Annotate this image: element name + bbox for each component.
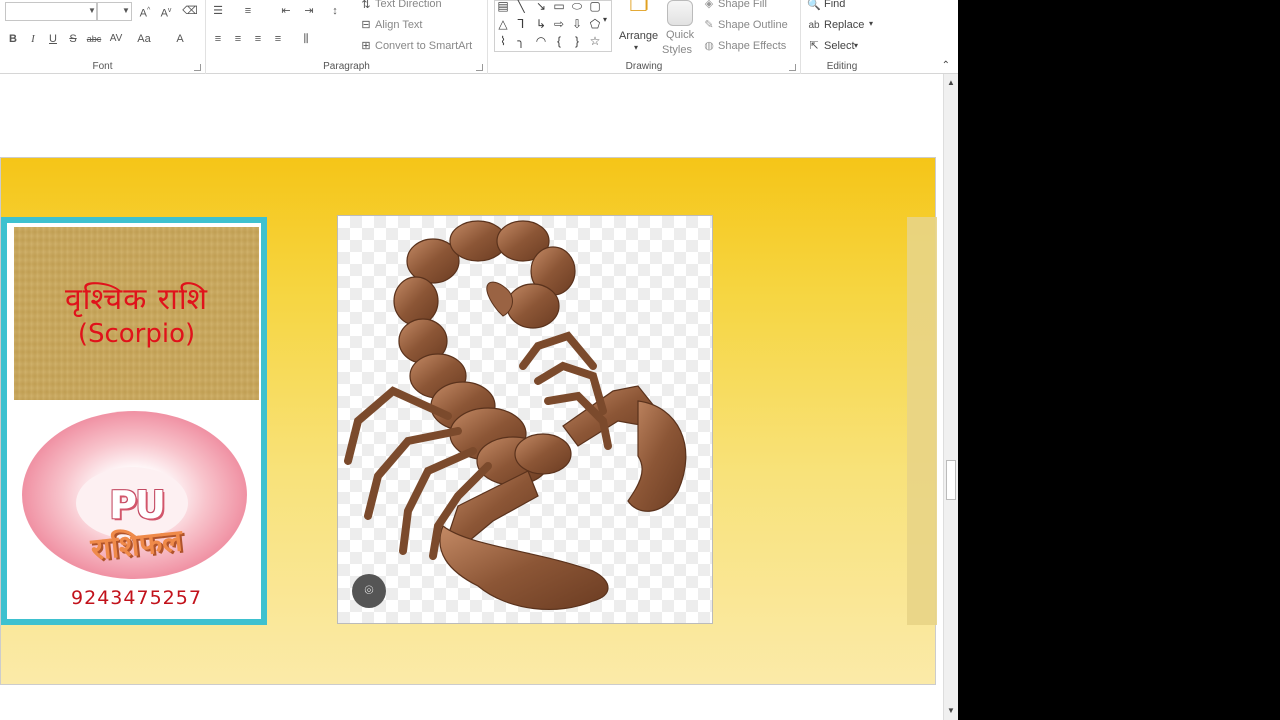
scroll-down-arrow-icon[interactable]: ▼ (944, 704, 958, 718)
ribbon: ▼ ▼ A^ Av ⌫ B I U S abc AV Aa A Font ☰ ≡… (0, 0, 958, 74)
shapes-gallery[interactable]: ▤ ╲ ↘ ▭ ⬭ ▢ △ ⅂ ↳ ⇨ ⇩ ⬠ ⌇ ╮ ◠ { } ☆ ▾ (494, 0, 612, 52)
scorpion-illustration (344, 220, 687, 610)
strikethrough-icon[interactable]: abc (84, 31, 104, 47)
paragraph-dialog-launcher-icon[interactable] (476, 64, 483, 71)
google-lens-icon: ⌾ (364, 582, 374, 599)
oval-shape-icon[interactable]: ⬭ (569, 0, 585, 14)
curve2-shape-icon[interactable]: ◠ (533, 34, 549, 48)
numbering-icon[interactable]: ≡ (240, 3, 256, 19)
align-text-icon: ⊟ (361, 19, 371, 31)
quick-styles-label-1[interactable]: Quick (666, 29, 694, 41)
editing-group: 🔍 Find ab Replace ▾ ⇱ Select ▾ Editing (801, 0, 883, 74)
decrease-indent-icon[interactable]: ⇤ (278, 3, 294, 19)
italic-icon[interactable]: I (25, 31, 41, 47)
partial-image-strip (907, 217, 937, 625)
elbow-connector-icon[interactable]: ⅂ (513, 17, 529, 31)
shape-outline-icon: ✎ (704, 19, 714, 31)
paragraph-group: ☰ ≡ ⇤ ⇥ ↕ ≡ ≡ ≡ ≡ ⫼ ⇅ Text Direction ⊟ A… (206, 0, 488, 74)
curve-shape-icon[interactable]: ╮ (513, 34, 529, 48)
star-shape-icon[interactable]: ☆ (587, 34, 603, 48)
rashi-title-english: (Scorpio) (77, 319, 196, 349)
scorpio-card[interactable]: वृश्चिक राशि (Scorpio) PU राशिफल 9243475… (1, 217, 267, 625)
replace-dropdown-icon[interactable]: ▾ (869, 19, 873, 28)
textbox-shape-icon[interactable]: ▤ (495, 0, 511, 13)
shape-fill-icon: ◈ (704, 0, 714, 10)
find-icon: 🔍 (807, 0, 821, 11)
replace-button[interactable]: Replace (824, 19, 864, 31)
align-right-icon[interactable]: ≡ (250, 31, 266, 47)
change-case-icon[interactable]: Aa (134, 31, 154, 47)
align-center-icon[interactable]: ≡ (230, 31, 246, 47)
quick-styles-label-2[interactable]: Styles (662, 44, 692, 56)
papyrus-background: वृश्चिक राशि (Scorpio) (14, 227, 259, 400)
smartart-icon: ⊞ (361, 40, 371, 52)
font-group-label: Font (92, 61, 113, 72)
select-icon: ⇱ (809, 40, 819, 52)
line-spacing-icon[interactable]: ↕ (327, 3, 343, 19)
rounded-rect-shape-icon[interactable]: ▢ (587, 0, 603, 13)
underline-icon[interactable]: U (45, 31, 61, 47)
clear-formatting-icon[interactable]: ⌫ (182, 3, 198, 19)
right-arrow-shape-icon[interactable]: ⇨ (551, 17, 567, 31)
scroll-thumb[interactable] (946, 460, 956, 500)
font-color-icon[interactable]: A (172, 31, 188, 47)
grow-font-icon[interactable]: A^ (137, 3, 153, 20)
line-shape-icon[interactable]: ╲ (513, 0, 529, 13)
columns-icon[interactable]: ⫼ (298, 31, 314, 47)
rectangle-shape-icon[interactable]: ▭ (551, 0, 567, 13)
align-left-icon[interactable]: ≡ (210, 31, 226, 47)
vertical-scrollbar[interactable]: ▲ ▼ (943, 74, 958, 720)
bullets-icon[interactable]: ☰ (210, 3, 226, 19)
powerpoint-window: ▼ ▼ A^ Av ⌫ B I U S abc AV Aa A Font ☰ ≡… (0, 0, 958, 720)
black-letterbox (958, 0, 1280, 720)
align-text-button[interactable]: Align Text (375, 19, 423, 31)
font-size-dropdown-icon[interactable]: ▼ (118, 3, 134, 19)
paragraph-group-label: Paragraph (323, 61, 370, 72)
char-spacing-icon[interactable]: AV (106, 31, 126, 47)
justify-icon[interactable]: ≡ (270, 31, 286, 47)
select-button[interactable]: Select (824, 40, 855, 52)
scroll-up-arrow-icon[interactable]: ▲ (944, 76, 958, 90)
arrow-shape-icon[interactable]: ↘ (533, 0, 549, 13)
phone-number: 9243475257 (71, 587, 202, 609)
editing-group-label: Editing (826, 61, 858, 72)
elbow-arrow-icon[interactable]: ↳ (533, 17, 549, 31)
logo-area: PU राशिफल 9243475257 (14, 405, 259, 617)
bold-icon[interactable]: B (5, 31, 21, 47)
text-direction-button[interactable]: Text Direction (375, 0, 442, 10)
font-group: ▼ ▼ A^ Av ⌫ B I U S abc AV Aa A Font (0, 0, 206, 74)
shape-effects-icon: ◍ (704, 40, 714, 52)
slide[interactable]: वृश्चिक राशि (Scorpio) PU राशिफल 9243475… (0, 157, 937, 685)
drawing-group-label: Drawing (625, 61, 663, 72)
replace-icon: ab (808, 20, 820, 31)
shape-outline-button[interactable]: Shape Outline (718, 19, 788, 31)
down-arrow-shape-icon[interactable]: ⇩ (569, 17, 585, 31)
arrange-icon: ❐ (629, 0, 649, 16)
arc-shape-icon[interactable]: ⌇ (495, 34, 511, 48)
shrink-font-icon[interactable]: Av (158, 3, 174, 20)
brace-right-icon[interactable]: } (569, 34, 585, 48)
quick-styles-icon (667, 0, 693, 26)
select-dropdown-icon[interactable]: ▾ (854, 41, 858, 50)
google-lens-button[interactable]: ⌾ (352, 574, 386, 608)
shadow-icon[interactable]: S (65, 31, 81, 47)
font-dialog-launcher-icon[interactable] (194, 64, 201, 71)
triangle-shape-icon[interactable]: △ (495, 17, 511, 31)
gallery-more-icon[interactable]: ▾ (599, 15, 611, 24)
find-button[interactable]: Find (824, 0, 845, 10)
collapse-ribbon-icon[interactable]: ⌃ (942, 60, 950, 71)
brace-left-icon[interactable]: { (551, 34, 567, 48)
shape-fill-button[interactable]: Shape Fill (718, 0, 767, 10)
increase-indent-icon[interactable]: ⇥ (301, 3, 317, 19)
drawing-dialog-launcher-icon[interactable] (789, 64, 796, 71)
arrange-dropdown-icon[interactable]: ▾ (634, 43, 638, 52)
scorpion-image[interactable]: ⌾ (337, 215, 713, 624)
arrange-button[interactable]: Arrange (619, 30, 658, 42)
convert-smartart-button[interactable]: Convert to SmartArt (375, 40, 472, 52)
shape-effects-button[interactable]: Shape Effects (718, 40, 786, 52)
rashi-title-hindi: वृश्चिक राशि (64, 282, 209, 317)
text-direction-icon: ⇅ (361, 0, 371, 11)
